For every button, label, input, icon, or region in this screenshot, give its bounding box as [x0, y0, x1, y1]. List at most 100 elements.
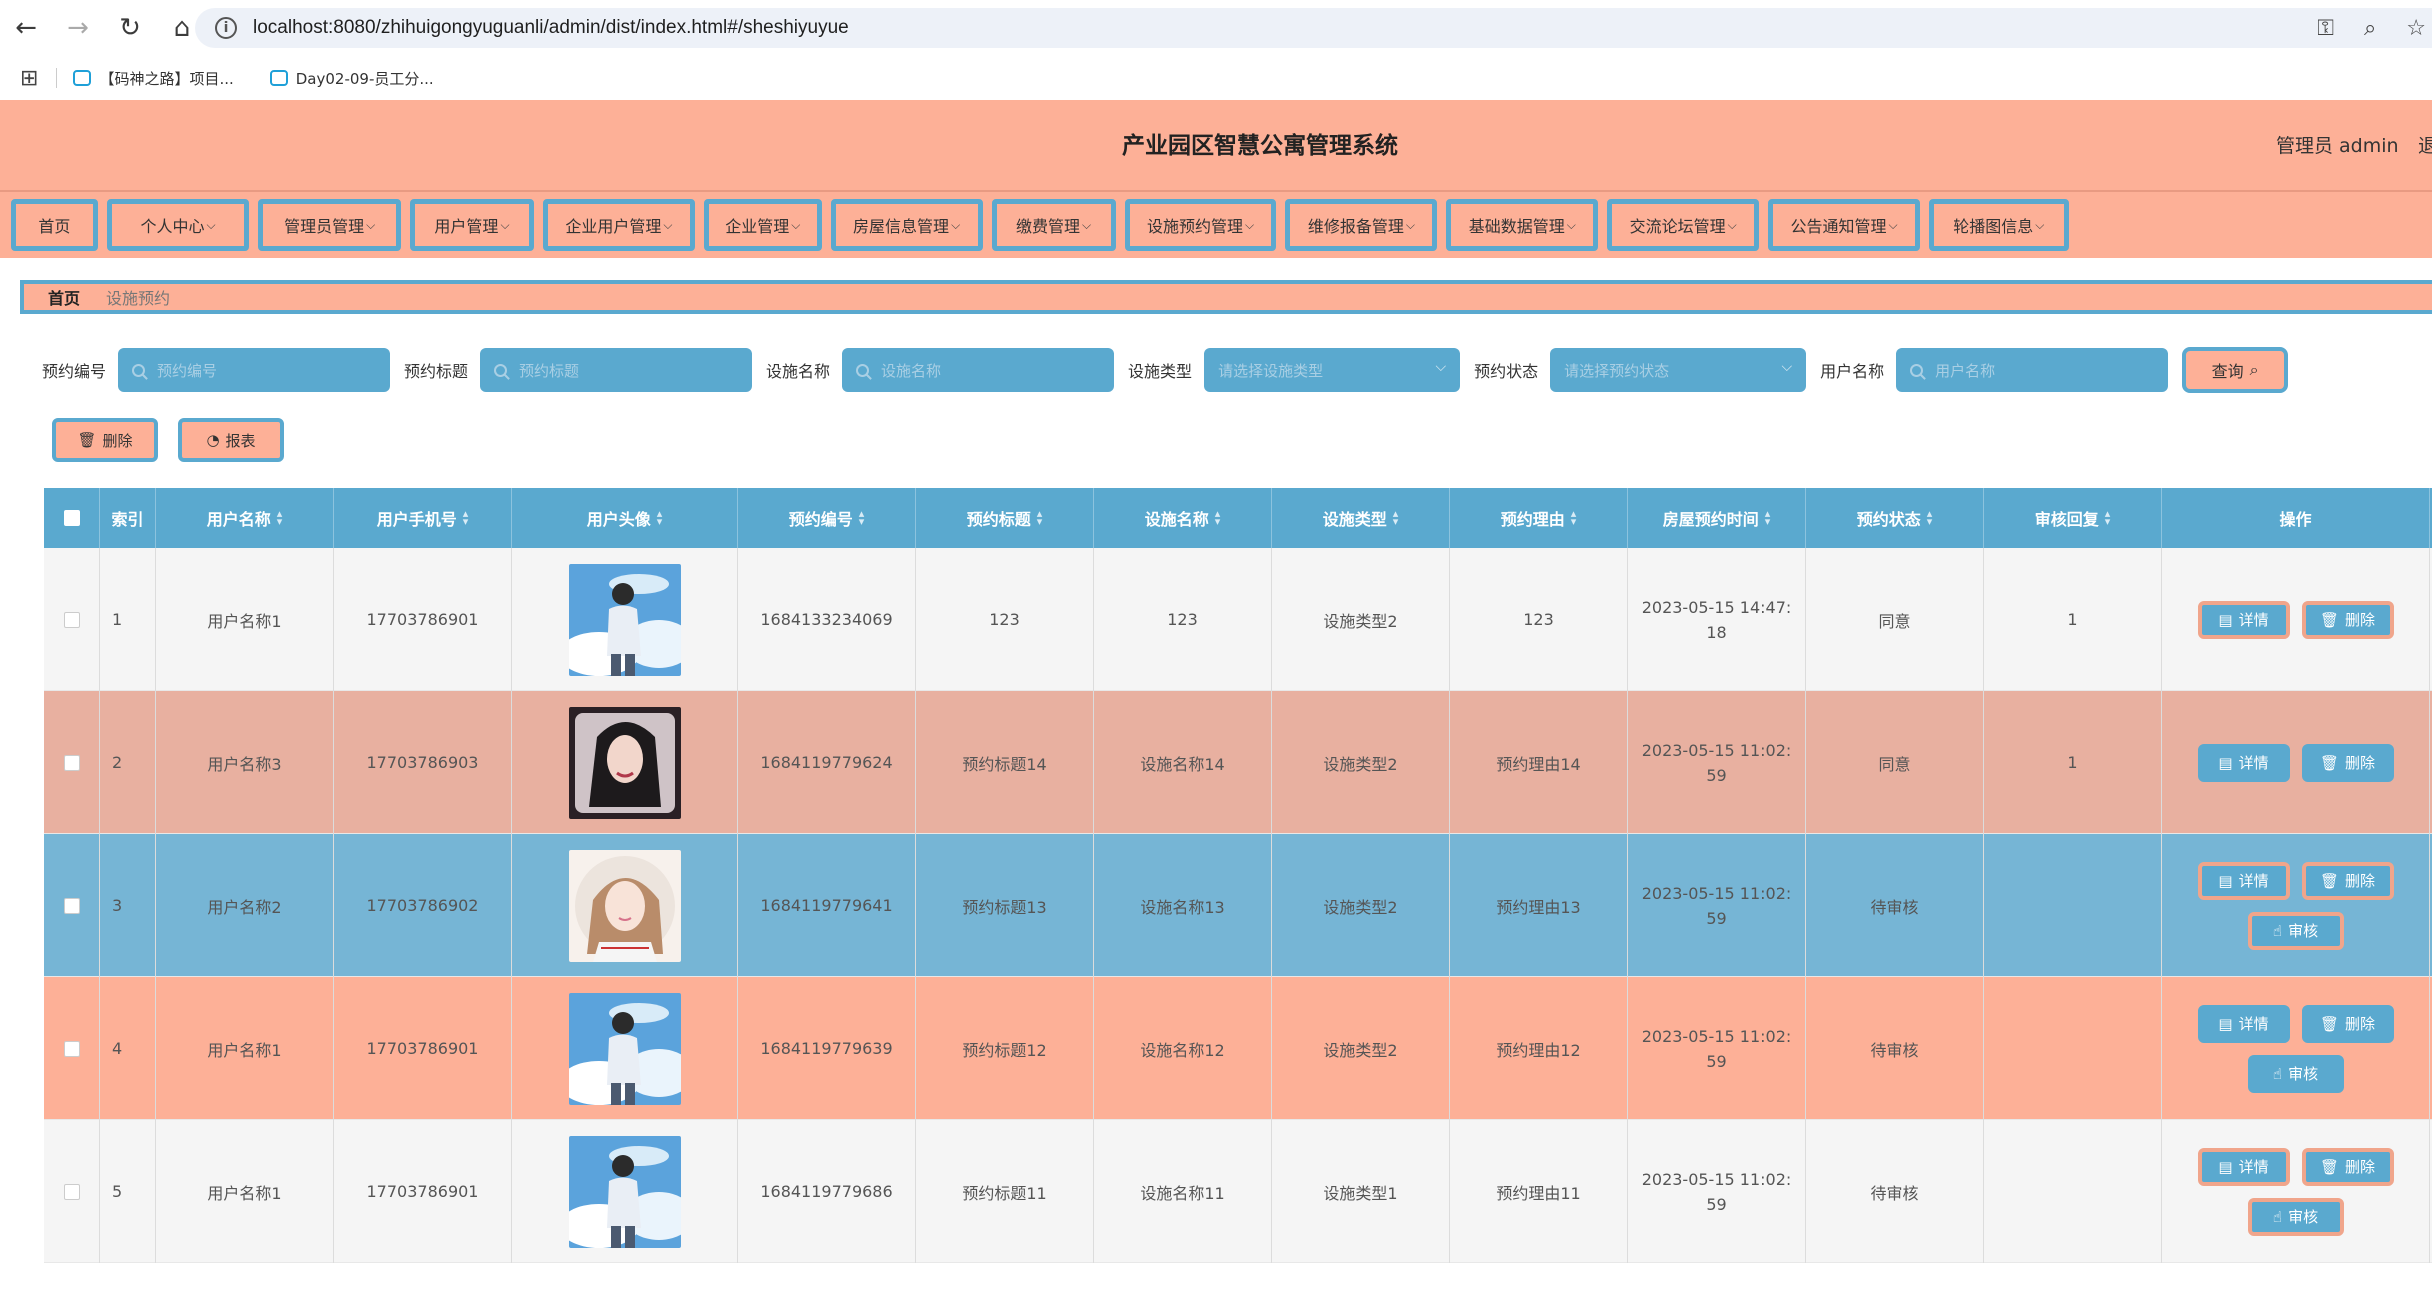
search-input[interactable]: 设施名称 [842, 348, 1115, 392]
password-key-icon[interactable]: ⚿ [2317, 16, 2334, 41]
menu-item[interactable]: 公告通知管理 ⌵ [1768, 199, 1921, 251]
sort-icon[interactable]: ▴ ▾ [859, 508, 865, 527]
column-header-label: 审核回复 [2034, 510, 2099, 529]
sort-icon[interactable]: ▴ ▾ [1927, 508, 1933, 527]
address-bar[interactable]: i localhost:8080/zhihuigongyuguanli/admi… [195, 8, 2432, 48]
search-placeholder: 预约编号 [157, 361, 218, 380]
sort-icon[interactable]: ▴ ▾ [1215, 508, 1221, 527]
menu-item[interactable]: 基础数据管理 ⌵ [1446, 199, 1599, 251]
delete-button[interactable]: 🗑 删除 [2301, 1147, 2394, 1186]
search-input[interactable]: 预约编号 [118, 348, 391, 392]
cell-status: 同意 [1806, 548, 1984, 691]
sort-icon[interactable]: ▴ ▾ [657, 508, 663, 527]
column-header-label: 用户名称 [206, 510, 271, 529]
site-info-icon[interactable]: i [215, 17, 237, 39]
cell-title-text: 预约标题13 [962, 897, 1047, 917]
menu-item[interactable]: 轮播图信息 ⌵ [1929, 199, 2069, 251]
apps-grid-icon[interactable]: ⊞ [20, 66, 38, 91]
forward-icon[interactable]: → [52, 0, 104, 56]
zoom-icon[interactable]: ⌕ [2364, 16, 2376, 41]
menu-item[interactable]: 设施预约管理 ⌵ [1124, 199, 1277, 251]
cell-phone: 17703786901 [334, 977, 512, 1120]
menu-item-label: 轮播图信息 [1953, 217, 2034, 236]
cell-avatar [512, 1120, 738, 1263]
detail-button[interactable]: ▤ 详情 [2197, 1004, 2290, 1043]
menu-item[interactable]: 房屋信息管理 ⌵ [830, 199, 983, 251]
bulk-delete-button[interactable]: 🗑 删除 [52, 418, 158, 462]
cell-title-text: 123 [989, 610, 1020, 629]
sort-icon[interactable]: ▴ ▾ [463, 508, 469, 527]
cell-reply: 1 [1984, 548, 2162, 691]
table-row: 5 用户名称1 17703786901 1684119779686 预约标题11 设施名称… [44, 1120, 2432, 1263]
breadcrumb-home[interactable]: 首页 [48, 285, 80, 309]
menu-item[interactable]: 用户管理 ⌵ [409, 199, 534, 251]
logout-link[interactable]: 退 [2418, 100, 2432, 192]
menu-item[interactable]: 维修报备管理 ⌵ [1285, 199, 1438, 251]
sort-icon[interactable]: ▴ ▾ [2105, 508, 2111, 527]
menu-item[interactable]: 交流论坛管理 ⌵ [1607, 199, 1760, 251]
sort-icon[interactable]: ▴ ▾ [277, 508, 283, 527]
menu-item[interactable]: 个人中心 ⌵ [106, 199, 250, 251]
review-button[interactable]: ☝ 审核 [2247, 1197, 2344, 1236]
menu-item[interactable]: 管理员管理 ⌵ [258, 199, 401, 251]
review-button[interactable]: ☝ 审核 [2247, 911, 2344, 950]
search-input[interactable]: 用户名称 [1896, 348, 2169, 392]
chevron-down-icon: ⌵ [500, 217, 510, 232]
search-placeholder: 请选择预约状态 [1564, 361, 1670, 380]
cell-actions: ▤ 详情 🗑 删除 [2162, 548, 2430, 691]
delete-button[interactable]: 🗑 删除 [2301, 600, 2394, 639]
delete-button[interactable]: 🗑 删除 [2301, 1004, 2394, 1043]
detail-button[interactable]: ▤ 详情 [2197, 600, 2290, 639]
bookmark-item[interactable]: Day02-09-员工分... [269, 68, 434, 89]
sort-icon[interactable]: ▴ ▾ [1571, 508, 1577, 527]
review-button[interactable]: ☝ 审核 [2247, 1054, 2344, 1093]
cell-actions: ▤ 详情 🗑 删除 ☝ 审核 [2162, 1120, 2430, 1263]
cell-facility: 设施名称11 [1094, 1120, 1272, 1263]
row-checkbox[interactable] [63, 1040, 80, 1057]
cell-time: 2023-05-15 11:02:59 [1628, 977, 1806, 1120]
bulk-delete-label: 删除 [102, 431, 133, 450]
sort-icon[interactable]: ▴ ▾ [1037, 508, 1043, 527]
menu-item[interactable]: 缴费管理 ⌵ [991, 199, 1116, 251]
row-checkbox[interactable] [63, 897, 80, 914]
column-header: 用户手机号 ▴ ▾ [334, 488, 512, 548]
menu-item[interactable]: 企业用户管理 ⌵ [542, 199, 695, 251]
column-header-label: 操作 [2279, 510, 2312, 529]
cell-user-text: 用户名称2 [207, 897, 282, 917]
column-header-label: 预约状态 [1856, 510, 1921, 529]
search-icon [494, 363, 508, 377]
row-checkbox[interactable] [63, 754, 80, 771]
detail-button[interactable]: ▤ 详情 [2197, 1147, 2290, 1186]
menu-item[interactable]: 首页 [11, 199, 98, 251]
cell-time-text: 2023-05-15 11:02:59 [1641, 1026, 1792, 1071]
menu-item[interactable]: 企业管理 ⌵ [703, 199, 822, 251]
cell-status: 同意 [1806, 691, 1984, 834]
query-button[interactable]: 查询 ⌕ [2182, 347, 2289, 393]
detail-button[interactable]: ▤ 详情 [2197, 861, 2290, 900]
report-label: 报表 [225, 431, 256, 450]
review-label: 审核 [2288, 1065, 2319, 1083]
sort-icon[interactable]: ▴ ▾ [1393, 508, 1399, 527]
detail-label: 详情 [2238, 611, 2269, 629]
bookmark-item[interactable]: 【码神之路】项目... [73, 68, 234, 89]
user-avatar-image [568, 706, 681, 819]
delete-button[interactable]: 🗑 删除 [2301, 861, 2394, 900]
cell-no: 1684119779686 [738, 1120, 916, 1263]
bookmark-star-icon[interactable]: ☆ [2406, 16, 2426, 41]
row-checkbox[interactable] [63, 1183, 80, 1200]
search-label: 预约状态 [1474, 362, 1539, 381]
sort-icon[interactable]: ▴ ▾ [1765, 508, 1771, 527]
select-all-checkbox[interactable] [63, 510, 80, 526]
back-icon[interactable]: ← [0, 0, 52, 56]
row-checkbox[interactable] [63, 611, 80, 628]
report-button[interactable]: ◔ 报表 [178, 418, 284, 462]
search-select[interactable]: 请选择设施类型 ⌵ [1204, 348, 1461, 392]
breadcrumb: 首页 设施预约 [20, 280, 2432, 314]
delete-button[interactable]: 🗑 删除 [2301, 743, 2394, 782]
cell-index: 1 [100, 548, 156, 691]
detail-button[interactable]: ▤ 详情 [2197, 743, 2290, 782]
search-select[interactable]: 请选择预约状态 ⌵ [1550, 348, 1807, 392]
search-input[interactable]: 预约标题 [480, 348, 753, 392]
cell-title: 预约标题13 [916, 834, 1094, 977]
reload-icon[interactable]: ↻ [104, 0, 156, 56]
